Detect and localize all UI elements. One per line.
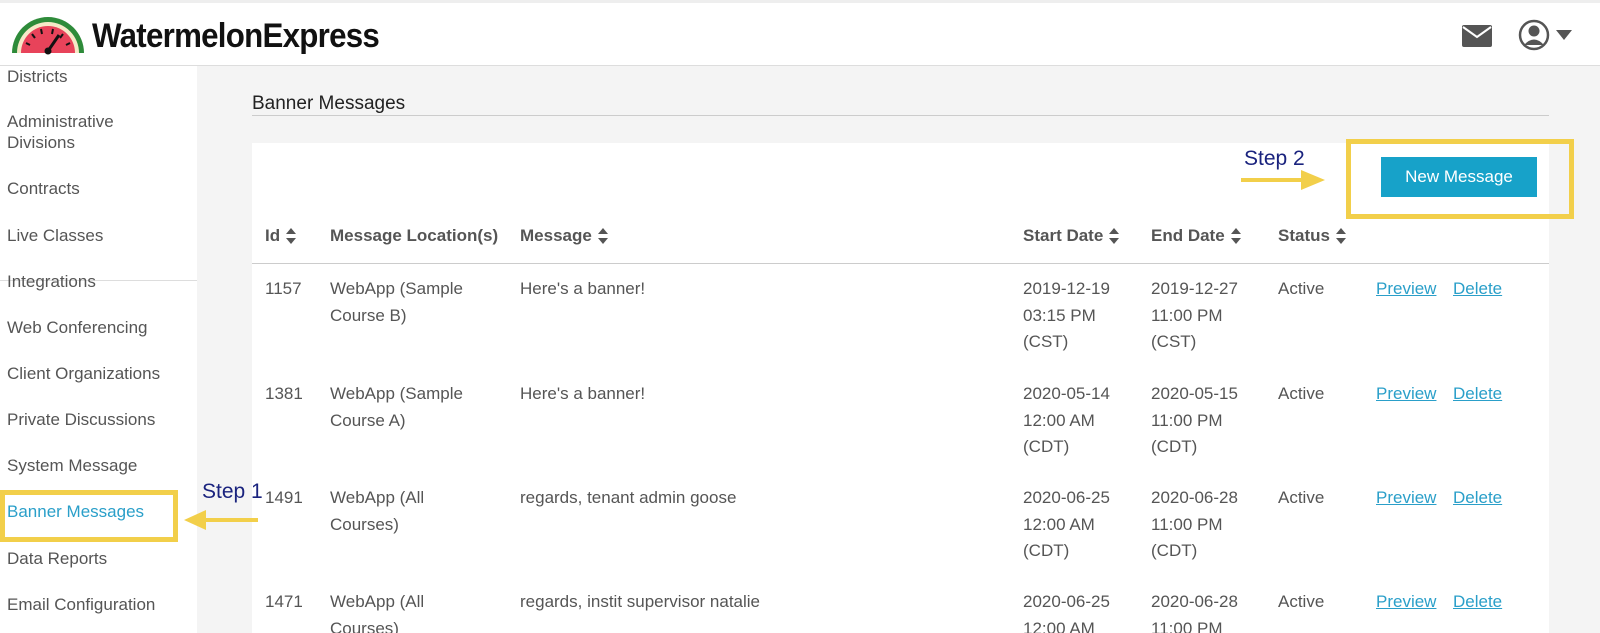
row-1-id: 1157 (265, 279, 302, 298)
row-1-status: Active (1278, 279, 1325, 298)
row-1-preview-link[interactable]: Preview (1376, 276, 1436, 303)
row-2-delete-link[interactable]: Delete (1453, 381, 1502, 408)
page-title: Banner Messages (252, 93, 406, 114)
mail-icon[interactable] (1462, 25, 1492, 47)
row-1-location: WebApp (Sample Course B) (330, 279, 463, 325)
step-2-highlight-box (1346, 139, 1574, 219)
sidebar-item-integrations[interactable]: Integrations (7, 271, 187, 292)
row-4-delete-link[interactable]: Delete (1453, 589, 1502, 616)
step-1-arrow-icon (184, 510, 258, 530)
row-3-delete-link[interactable]: Delete (1453, 485, 1502, 512)
row-3-message: regards, tenant admin goose (520, 488, 737, 507)
row-2-message: Here's a banner! (520, 384, 646, 403)
row-1-end-date: 2019-12-27 11:00 PM (CST) (1151, 279, 1238, 351)
row-2-id: 1381 (265, 384, 303, 403)
row-2-start-date: 2020-05-14 12:00 AM (CDT) (1023, 384, 1110, 456)
sidebar-item-private-discussions[interactable]: Private Discussions (7, 409, 187, 430)
brand-name[interactable]: WatermelonExpress (92, 17, 380, 56)
row-3-preview-link[interactable]: Preview (1376, 485, 1436, 512)
sidebar-item-contracts[interactable]: Contracts (7, 178, 187, 199)
row-1-start-date: 2019-12-19 03:15 PM (CST) (1023, 279, 1110, 351)
row-2-status: Active (1278, 384, 1325, 403)
column-header-status[interactable]: Status (1278, 226, 1346, 246)
sort-icon[interactable] (597, 228, 608, 244)
sidebar-item-districts[interactable]: Districts (7, 66, 187, 87)
column-header-message-locations: Message Location(s) (330, 226, 499, 245)
row-2-end-date: 2020-05-15 11:00 PM (CDT) (1151, 384, 1238, 456)
row-3-status: Active (1278, 488, 1325, 507)
sort-icon[interactable] (1335, 228, 1346, 244)
table-header-divider (252, 263, 1549, 264)
row-1-message: Here's a banner! (520, 279, 646, 298)
row-3-start-date: 2020-06-25 12:00 AM (CDT) (1023, 488, 1110, 560)
sidebar-item-system-message[interactable]: System Message (7, 455, 187, 476)
row-3-id: 1491 (265, 488, 303, 507)
row-4-end-date: 2020-06-28 11:00 PM (1151, 592, 1238, 633)
column-header-message[interactable]: Message (520, 226, 608, 246)
step-1-highlight-box (0, 490, 178, 542)
title-divider (252, 115, 1549, 116)
sidebar-item-data-reports[interactable]: Data Reports (7, 548, 187, 569)
caret-down-icon[interactable] (1556, 30, 1572, 40)
watermelon-logo-icon[interactable] (8, 13, 88, 57)
sidebar-item-live-classes[interactable]: Live Classes (7, 225, 187, 246)
row-4-preview-link[interactable]: Preview (1376, 589, 1436, 616)
row-2-location: WebApp (Sample Course A) (330, 384, 463, 430)
sidebar-item-administrative-divisions[interactable]: Administrative Divisions (7, 111, 157, 153)
column-header-id[interactable]: Id (265, 226, 297, 246)
top-header: WatermelonExpress (0, 0, 1600, 66)
sort-icon[interactable] (286, 228, 297, 244)
column-header-end-date[interactable]: End Date (1151, 226, 1241, 246)
sidebar: Districts Administrative Divisions Contr… (0, 66, 197, 633)
row-3-location: WebApp (All Courses) (330, 488, 425, 534)
row-4-start-date: 2020-06-25 12:00 AM (1023, 592, 1110, 633)
row-4-status: Active (1278, 592, 1325, 611)
row-4-id: 1471 (265, 592, 303, 611)
step-2-arrow-icon (1241, 170, 1325, 190)
user-circle-icon[interactable] (1518, 19, 1550, 51)
step-1-label: Step 1 (202, 480, 263, 503)
step-2-label: Step 2 (1244, 147, 1305, 170)
sort-icon[interactable] (1109, 228, 1120, 244)
row-1-delete-link[interactable]: Delete (1453, 276, 1502, 303)
row-2-preview-link[interactable]: Preview (1376, 381, 1436, 408)
row-3-end-date: 2020-06-28 11:00 PM (CDT) (1151, 488, 1238, 560)
row-4-message: regards, instit supervisor natalie (520, 592, 761, 611)
sort-icon[interactable] (1230, 228, 1241, 244)
row-4-location: WebApp (All Courses) (330, 592, 425, 633)
sidebar-item-email-configuration[interactable]: Email Configuration (7, 594, 187, 615)
sidebar-item-web-conferencing[interactable]: Web Conferencing (7, 317, 187, 338)
column-header-start-date[interactable]: Start Date (1023, 226, 1120, 246)
sidebar-item-client-organizations[interactable]: Client Organizations (7, 363, 187, 384)
